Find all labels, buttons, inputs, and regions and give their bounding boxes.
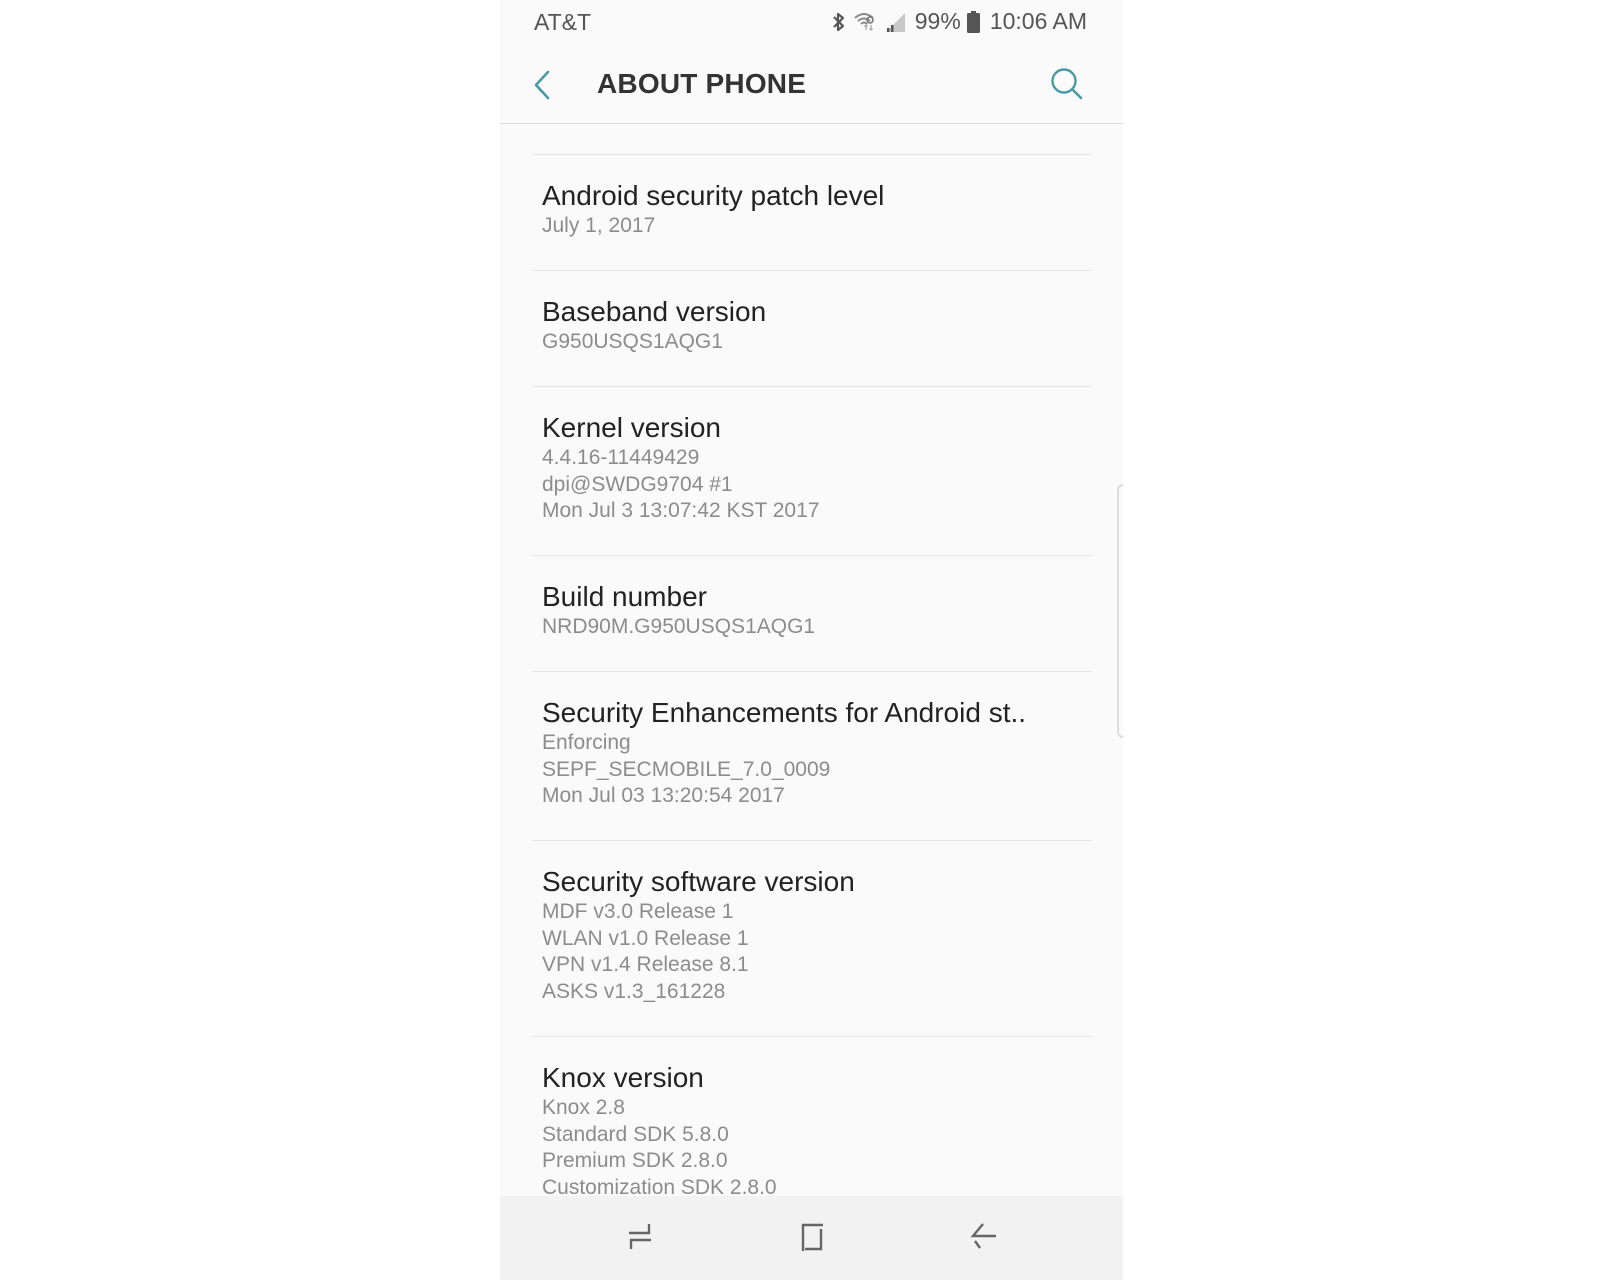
list-item-security-software[interactable]: Security software version MDF v3.0 Relea…	[532, 840, 1092, 1005]
item-title: Security Enhancements for Android st..	[542, 697, 1027, 728]
settings-list: · · Android security patch level July 1,…	[500, 124, 1123, 1196]
list-item-kernel[interactable]: Kernel version 4.4.16-11449429 dpi@SWDG9…	[532, 386, 1092, 525]
list-item-selinux[interactable]: Security Enhancements for Android st.. E…	[532, 671, 1092, 810]
back-button[interactable]	[530, 68, 556, 102]
item-value: Standard SDK 5.8.0	[542, 1122, 729, 1146]
status-icons: 99% 10:06 AM	[831, 8, 1087, 35]
recent-apps-button[interactable]	[620, 1218, 660, 1258]
scrollbar-handle[interactable]	[1117, 484, 1123, 738]
item-value: NRD90M.G950USQS1AQG1	[542, 615, 816, 638]
item-title: Android security patch level	[542, 180, 885, 211]
signal-icon	[885, 10, 907, 34]
search-icon	[1049, 68, 1085, 106]
carrier-label: AT&T	[534, 9, 592, 35]
back-arrow-icon	[964, 1223, 1004, 1262]
app-bar: ABOUT PHONE	[500, 44, 1123, 124]
item-value: dpi@SWDG9704 #1	[542, 472, 733, 496]
item-title: Baseband version	[542, 296, 767, 327]
bluetooth-icon	[831, 10, 847, 34]
item-value: 4.4.16-11449429	[542, 446, 700, 469]
list-item-build-number[interactable]: Build number NRD90M.G950USQS1AQG1	[532, 555, 1092, 641]
home-icon	[792, 1223, 832, 1262]
item-value: Mon Jul 03 13:20:54 2017	[542, 784, 785, 807]
list-item-baseband[interactable]: Baseband version G950USQS1AQG1	[532, 270, 1092, 356]
back-nav-button[interactable]	[964, 1218, 1004, 1258]
recent-apps-icon	[620, 1224, 660, 1262]
list-item-knox[interactable]: Knox version Knox 2.8 Standard SDK 5.8.0…	[532, 1036, 1092, 1196]
item-title: Build number	[542, 581, 707, 612]
item-value: Enforcing	[542, 731, 631, 754]
item-value: Premium SDK 2.8.0	[542, 1149, 728, 1172]
item-value: MDF v3.0 Release 1	[542, 900, 734, 923]
chevron-left-icon	[530, 70, 556, 106]
list-item-security-patch[interactable]: Android security patch level July 1, 201…	[532, 154, 1092, 240]
item-value: Customization SDK 2.8.0	[542, 1175, 777, 1197]
search-button[interactable]	[1049, 66, 1085, 102]
battery-icon	[966, 10, 980, 33]
page-title: ABOUT PHONE	[597, 68, 807, 99]
item-value: Knox 2.8	[542, 1096, 625, 1119]
home-button[interactable]	[792, 1218, 832, 1258]
wifi-icon	[853, 10, 879, 34]
item-value: VPN v1.4 Release 8.1	[542, 953, 749, 976]
item-title: Kernel version	[542, 412, 721, 443]
battery-percent: 99%	[914, 8, 961, 34]
status-bar: AT&T 99% 10:06 AM	[500, 0, 1123, 44]
clipped-item-remnant: · ·	[542, 124, 561, 133]
item-value: G950USQS1AQG1	[542, 330, 723, 353]
clock: 10:06 AM	[989, 8, 1087, 34]
item-value: SEPF_SECMOBILE_7.0_0009	[542, 757, 831, 781]
item-value: July 1, 2017	[542, 214, 656, 237]
item-value: WLAN v1.0 Release 1	[542, 926, 749, 950]
navigation-bar	[500, 1196, 1123, 1280]
phone-screen: AT&T 99% 10:06 AM ABOUT PHONE Android se…	[500, 0, 1123, 1280]
item-value: ASKS v1.3_161228	[542, 979, 726, 1003]
item-value: Mon Jul 3 13:07:42 KST 2017	[542, 499, 820, 522]
item-title: Knox version	[542, 1062, 704, 1093]
item-title: Security software version	[542, 866, 855, 897]
